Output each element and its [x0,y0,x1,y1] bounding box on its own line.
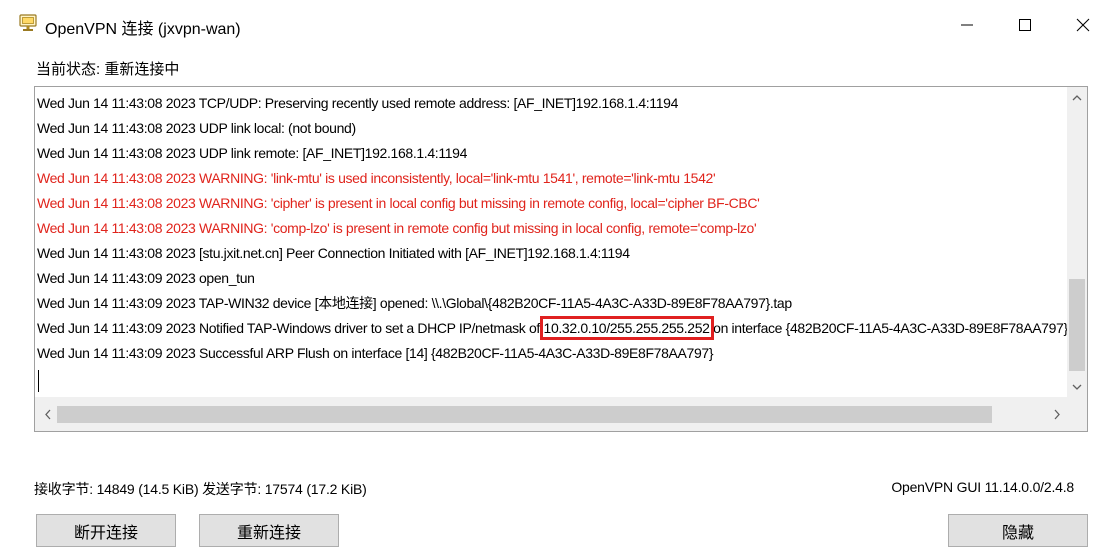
scroll-left-button[interactable] [37,397,57,431]
window-title: OpenVPN 连接 (jxvpn-wan) [45,21,241,38]
log-line: Wed Jun 14 11:43:09 2023 Successful ARP … [37,345,714,361]
log-lines: Wed Jun 14 11:43:08 2023 TCP/UDP: Preser… [37,91,1068,366]
log-line: Wed Jun 14 11:43:08 2023 TCP/UDP: Preser… [37,95,679,111]
log-line: Wed Jun 14 11:43:08 2023 UDP link remote… [37,145,468,161]
log-line-warning: Wed Jun 14 11:43:08 2023 WARNING: 'comp-… [37,220,757,236]
maximize-icon [1019,19,1031,31]
log-textarea[interactable]: Wed Jun 14 11:43:08 2023 TCP/UDP: Preser… [34,86,1088,432]
text-caret [38,370,39,392]
chevron-up-icon [1072,94,1082,100]
scroll-right-button[interactable] [1047,397,1067,431]
scroll-up-button[interactable] [1067,87,1087,107]
scrollbar-corner [1067,397,1087,431]
disconnect-button[interactable]: 断开连接 [36,514,176,547]
log-line: Wed Jun 14 11:43:09 2023 TAP-WIN32 devic… [37,295,792,311]
openvpn-monitor-icon [18,14,38,32]
log-line-warning: Wed Jun 14 11:43:08 2023 WARNING: 'link-… [37,170,716,186]
connection-status: 当前状态: 重新连接中 [36,61,180,78]
log-line: Wed Jun 14 11:43:08 2023 UDP link local:… [37,120,356,136]
close-button[interactable] [1054,0,1110,50]
hide-button[interactable]: 隐藏 [948,514,1088,547]
vertical-scrollbar[interactable] [1067,87,1087,397]
log-line: Wed Jun 14 11:43:08 2023 [stu.jxit.net.c… [37,245,630,261]
log-line: Wed Jun 14 11:43:09 2023 open_tun [37,270,255,286]
vertical-scroll-thumb[interactable] [1069,279,1085,371]
highlighted-ip-netmask: 10.32.0.10/255.255.255.252 [539,316,714,340]
gui-version: OpenVPN GUI 11.14.0.0/2.4.8 [891,479,1074,495]
minimize-button[interactable] [938,0,996,50]
minimize-icon [961,24,973,26]
log-line-warning: Wed Jun 14 11:43:08 2023 WARNING: 'ciphe… [37,195,760,211]
scroll-down-button[interactable] [1067,377,1087,397]
horizontal-scroll-thumb[interactable] [57,406,992,423]
close-icon [1076,18,1090,32]
reconnect-button[interactable]: 重新连接 [199,514,339,547]
title-bar: OpenVPN 连接 (jxvpn-wan) [0,0,1110,50]
chevron-right-icon [1054,409,1060,419]
log-line-dhcp: Wed Jun 14 11:43:09 2023 Notified TAP-Wi… [37,316,1068,341]
horizontal-scrollbar[interactable] [35,397,1067,431]
chevron-left-icon [44,409,50,419]
bytes-transferred: 接收字节: 14849 (14.5 KiB) 发送字节: 17574 (17.2… [34,481,367,497]
chevron-down-icon [1072,384,1082,390]
maximize-button[interactable] [996,0,1054,50]
log-line-suffix: on interface {482B20CF-11A5-4A3C-A33D-89… [709,320,1068,336]
log-line-prefix: Wed Jun 14 11:43:09 2023 Notified TAP-Wi… [37,320,544,336]
